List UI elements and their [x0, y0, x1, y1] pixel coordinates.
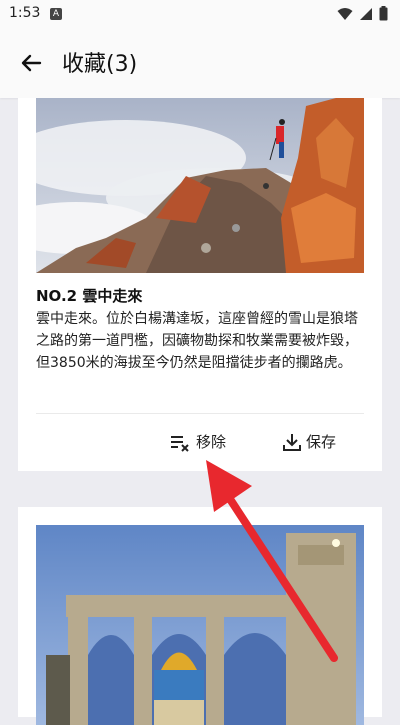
mountain-photo — [36, 98, 364, 273]
page-title: 收藏(3) — [62, 52, 138, 77]
wifi-icon — [337, 7, 353, 20]
card-title: NO.2 雲中走來 — [36, 287, 143, 305]
favorite-card[interactable]: NO.2 雲中走來 雲中走來。位於白楊溝達坂，這座曾經的雪山是狼塔之路的第一道門… — [18, 98, 382, 471]
arches-photo — [36, 525, 364, 725]
battery-icon — [379, 6, 388, 21]
favorite-card[interactable] — [18, 507, 382, 725]
card-divider — [36, 413, 364, 414]
arrow-back-icon — [21, 54, 42, 72]
card-image-mountain — [36, 98, 364, 273]
signal-icon — [360, 7, 372, 20]
status-icons — [337, 6, 388, 21]
notification-app-icon: A — [50, 8, 62, 20]
save-button[interactable]: 保存 — [282, 431, 336, 452]
card-description: 雲中走來。位於白楊溝達坂，這座曾經的雪山是狼塔之路的第一道門檻，因礦物勘探和牧業… — [36, 311, 358, 371]
playlist-remove-icon — [171, 435, 189, 452]
remove-label: 移除 — [196, 433, 227, 451]
remove-button[interactable]: 移除 — [170, 431, 226, 452]
download-icon — [283, 433, 301, 451]
back-button[interactable] — [18, 49, 46, 77]
status-time: 1:53 — [9, 5, 41, 21]
app-bar: 收藏(3) — [0, 28, 400, 98]
status-bar: 1:53 A — [0, 0, 400, 28]
card-image-arches — [36, 525, 364, 725]
save-label: 保存 — [306, 433, 337, 451]
